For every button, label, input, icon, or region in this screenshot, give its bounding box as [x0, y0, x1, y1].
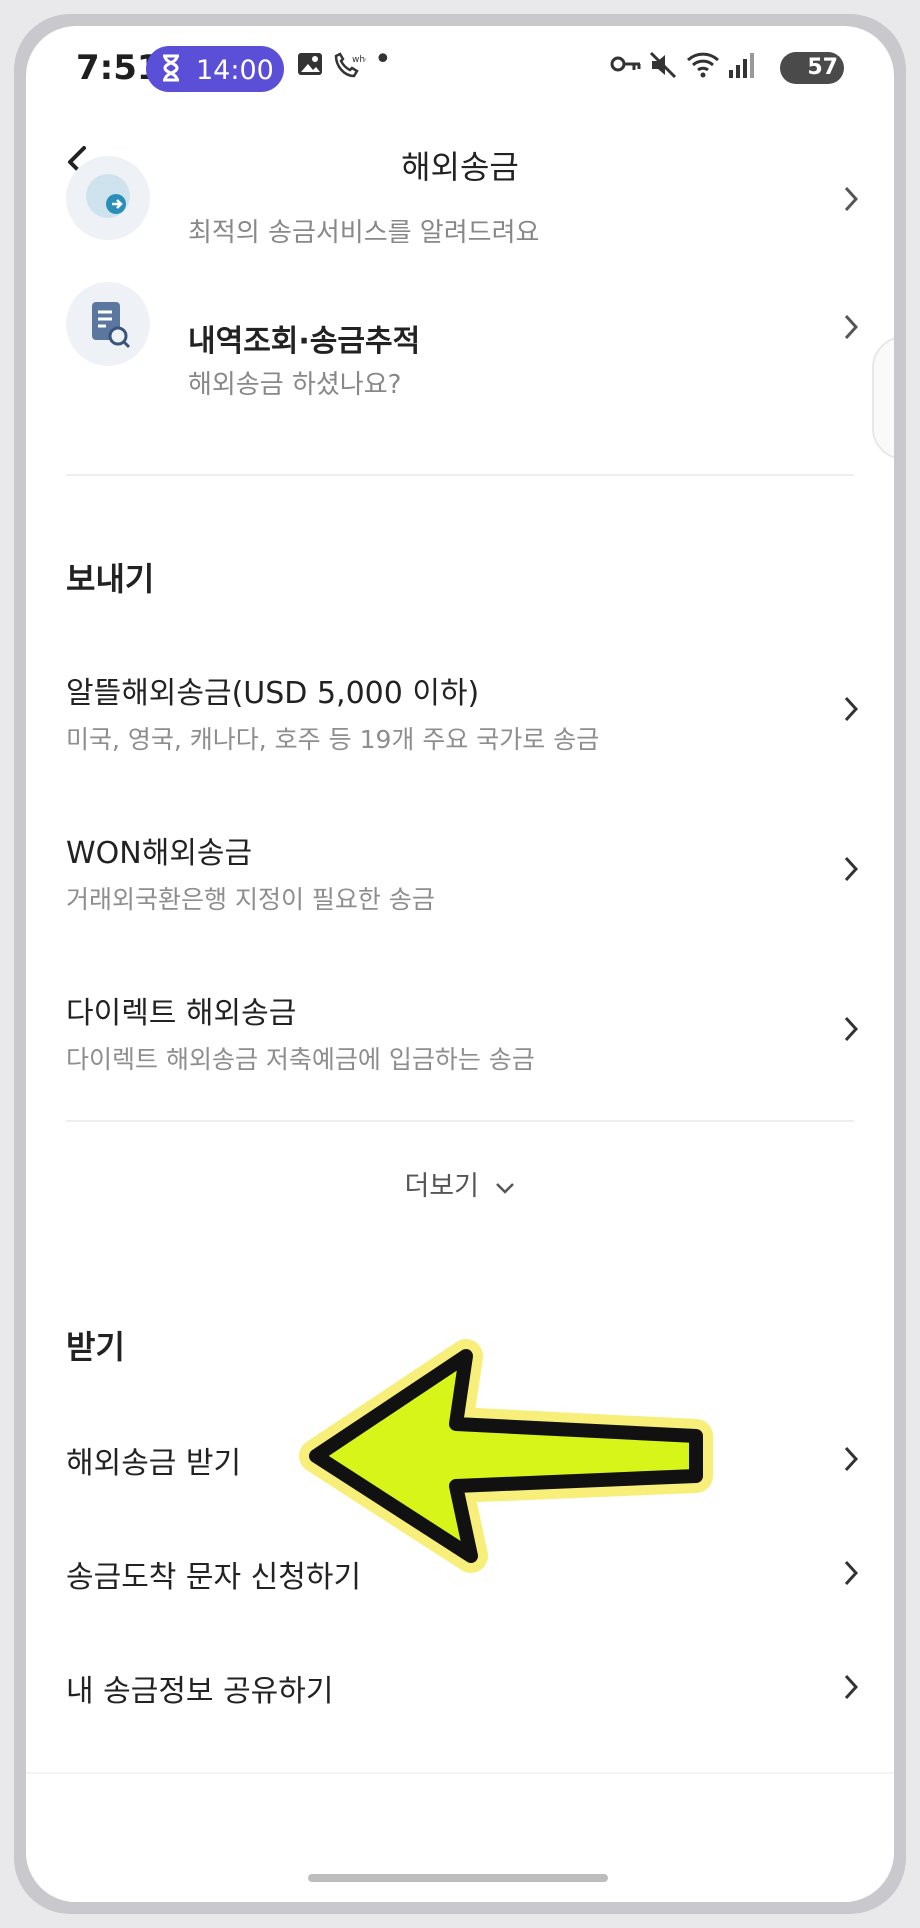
page-title: 해외송금 [401, 148, 519, 186]
divider [66, 1120, 854, 1122]
list-item-title: WON해외송금 [66, 836, 253, 871]
history-tracking-subtitle: 해외송금 하셨나요? [188, 370, 402, 400]
status-bar: 7:51 14:00 who • 57 [26, 26, 894, 110]
more-label: 더보기 [404, 1171, 479, 1202]
focus-timer-pill[interactable]: 14:00 [146, 46, 284, 92]
list-item-subtitle: 거래외국환은행 지정이 필요한 송금 [66, 885, 435, 914]
vpn-key-icon [610, 50, 642, 84]
list-item-subtitle: 다이렉트 해외송금 저축예금에 입금하는 송금 [66, 1045, 535, 1074]
list-item-title: 다이렉트 해외송금 [66, 996, 297, 1031]
battery-level: 57 [807, 55, 838, 80]
list-item-title: 해외송금 받기 [66, 1446, 242, 1481]
list-item-title: 알뜰해외송금(USD 5,000 이하) [66, 676, 480, 711]
home-indicator[interactable] [308, 1874, 608, 1882]
chevron-right-icon [844, 1446, 859, 1472]
mute-icon [648, 50, 678, 84]
chevron-right-icon [844, 1016, 859, 1042]
send-section-title: 보내기 [66, 560, 155, 598]
history-search-icon [66, 282, 150, 366]
edge-panel-handle[interactable] [872, 336, 894, 460]
wifi-icon [686, 50, 720, 84]
receive-section-title: 받기 [66, 1328, 125, 1366]
list-item-title: 내 송금정보 공유하기 [66, 1674, 334, 1709]
bottom-area [26, 1772, 894, 1902]
recommend-service-subtitle[interactable]: 최적의 송금서비스를 알려드려요 [188, 212, 539, 249]
svg-text:who: who [352, 55, 366, 65]
history-tracking-title[interactable]: 내역조회·송금추적 [188, 316, 420, 360]
divider [66, 474, 854, 476]
annotation-arrow-icon [299, 1339, 713, 1573]
chevron-right-icon [844, 856, 859, 882]
app-screen: 7:51 14:00 who • 57 [26, 26, 894, 1902]
hourglass-icon [160, 54, 182, 89]
chevron-right-icon [844, 186, 859, 212]
call-app-icon: who [332, 50, 371, 84]
recommend-service-icon [66, 156, 150, 240]
app-header: 해외송금 [26, 122, 894, 202]
chevron-down-icon [495, 1182, 514, 1194]
chevron-right-icon [844, 696, 859, 722]
more-notifications-dot-icon: • [374, 42, 392, 77]
image-icon [296, 50, 324, 84]
chevron-right-icon[interactable] [838, 312, 868, 342]
list-item-subtitle: 미국, 영국, 캐나다, 호주 등 19개 주요 국가로 송금 [66, 725, 600, 754]
signal-icon [726, 50, 756, 84]
more-button[interactable]: 더보기 [26, 1164, 894, 1203]
chevron-right-icon [844, 1674, 859, 1700]
chevron-right-icon [844, 1560, 859, 1586]
battery-indicator: 57 [780, 52, 844, 84]
timer-text: 14:00 [196, 55, 274, 86]
